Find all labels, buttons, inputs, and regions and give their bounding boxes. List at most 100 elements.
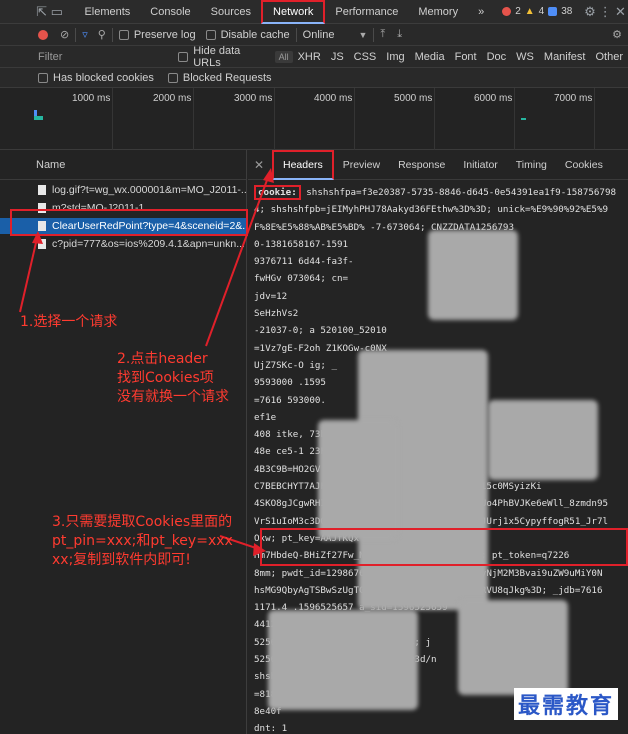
- close-icon[interactable]: ✕: [613, 0, 628, 24]
- timeline-bar: [521, 118, 526, 120]
- gear-icon[interactable]: ⚙: [582, 0, 597, 24]
- error-count: 2: [515, 6, 521, 17]
- annotation-step-2: 2.点击header 找到Cookies项 没有就换一个请求: [117, 350, 229, 407]
- request-details: ✕ Headers Preview Response Initiator Tim…: [248, 149, 628, 734]
- more-tabs-icon[interactable]: »: [468, 0, 494, 24]
- import-icon[interactable]: ⤒: [380, 28, 385, 41]
- timeline-tick: 3000 ms: [234, 93, 273, 104]
- tab-initiator[interactable]: Initiator: [454, 150, 506, 180]
- hide-data-urls-checkbox[interactable]: [178, 51, 189, 62]
- cookie-line: 4; shshshfpb=jEIMyhPHJ78Aakyd36FEthw%3D%…: [254, 204, 609, 216]
- tab-sources[interactable]: Sources: [201, 0, 261, 24]
- tab-performance[interactable]: Performance: [325, 0, 408, 24]
- export-icon[interactable]: ⤓: [397, 28, 402, 41]
- grid-line: [434, 88, 435, 150]
- type-filter-xhr[interactable]: XHR: [293, 51, 326, 63]
- blocked-filter-row: Has blocked cookies Blocked Requests: [0, 68, 628, 88]
- record-icon[interactable]: [38, 29, 48, 40]
- annotation-step-3: 3.只需要提取Cookies里面的 pt_pin=xxx;和pt_key=xxx…: [52, 513, 233, 570]
- type-filter-manifest[interactable]: Manifest: [539, 51, 591, 63]
- preserve-log-checkbox[interactable]: [118, 29, 129, 40]
- timeline-tick: 4000 ms: [314, 93, 353, 104]
- redaction-blur: [268, 610, 418, 710]
- clear-icon[interactable]: ⊘: [60, 28, 69, 41]
- preserve-log-label: Preserve log: [133, 28, 196, 41]
- filter-bar: Filter Hide data URLs All XHR JS CSS Img…: [0, 44, 628, 69]
- blocked-requests-checkbox[interactable]: [167, 72, 178, 83]
- divider: [373, 27, 375, 42]
- tab-preview[interactable]: Preview: [334, 150, 389, 180]
- redaction-blur: [318, 420, 398, 540]
- filter-input[interactable]: Filter: [38, 51, 154, 63]
- type-filter-media[interactable]: Media: [410, 51, 450, 63]
- blocked-cookies-checkbox[interactable]: [38, 72, 48, 83]
- request-list: Name log.gif?t=wg_wx.000001&m=MO_J2011-.…: [0, 150, 247, 734]
- annotation-step-1: 1.选择一个请求: [20, 314, 118, 330]
- type-filter-other[interactable]: Other: [590, 51, 628, 63]
- hide-data-urls-label: Hide data URLs: [193, 44, 241, 69]
- search-icon[interactable]: ⚲: [98, 28, 106, 41]
- timeline-tick: 5000 ms: [394, 93, 433, 104]
- cookie-label: cookie:: [254, 185, 301, 200]
- device-icon[interactable]: ▭: [49, 0, 64, 24]
- grid-line: [193, 88, 194, 150]
- network-toolbar: ⊘ ▿ ⚲ Preserve log Disable cache Online …: [0, 24, 628, 46]
- tab-console[interactable]: Console: [140, 0, 200, 24]
- divider: [75, 27, 77, 42]
- warning-count: 4: [538, 6, 545, 17]
- annotation-step-3-line: 3.只需要提取Cookies里面的: [52, 514, 233, 530]
- cookie-text: shshshfpa=f3e20387-5735-8846-d645-0e5439…: [300, 187, 617, 198]
- tab-headers[interactable]: Headers: [272, 149, 334, 180]
- type-filter-img[interactable]: Img: [381, 51, 409, 63]
- annotation-step-2-line: 2.点击header: [117, 351, 208, 367]
- timeline-tick: 2000 ms: [153, 93, 192, 104]
- inspect-icon[interactable]: ⇱: [34, 0, 49, 24]
- blocked-requests-label: Blocked Requests: [182, 71, 272, 84]
- redaction-blur: [458, 600, 568, 695]
- request-row[interactable]: c?pid=777&os=ios%209.4.1&apn=unkn...: [0, 236, 246, 252]
- info-icon: [548, 7, 558, 16]
- type-filter-js[interactable]: JS: [326, 51, 349, 63]
- document-icon: [38, 239, 46, 249]
- type-filter-font[interactable]: Font: [450, 51, 482, 63]
- disable-cache-checkbox[interactable]: [205, 29, 216, 40]
- annotation-step-2-line: 找到Cookies项: [117, 370, 214, 386]
- filter-icon[interactable]: ▿: [82, 28, 88, 41]
- tab-cookies[interactable]: Cookies: [556, 150, 612, 180]
- tab-network[interactable]: Network: [261, 0, 326, 24]
- selected-request-highlight: [10, 209, 248, 236]
- annotation-step-3-line: pt_pin=xxx;和pt_key=xxx: [52, 533, 233, 549]
- redaction-blur: [488, 400, 598, 480]
- watermark-logo: 最需教育: [513, 688, 618, 720]
- settings-gear-icon[interactable]: ⚙: [612, 28, 622, 41]
- tab-response[interactable]: Response: [389, 150, 454, 180]
- cookie-line: dnt: 1: [254, 723, 288, 734]
- tab-timing[interactable]: Timing: [507, 150, 556, 180]
- cookie-line: -21037-0; a 520100_52010: [254, 325, 387, 337]
- annotation-step-3-line: xx;复制到软件内即可!: [52, 552, 191, 568]
- throttle-select[interactable]: Online: [303, 29, 335, 41]
- chevron-down-icon[interactable]: ▼: [358, 30, 367, 40]
- type-filter-css[interactable]: CSS: [349, 51, 382, 63]
- grid-line: [354, 88, 355, 150]
- grid-line: [112, 88, 113, 150]
- request-row[interactable]: log.gif?t=wg_wx.000001&m=MO_J2011-...: [0, 182, 246, 198]
- tab-memory[interactable]: Memory: [408, 0, 468, 24]
- type-filter-all[interactable]: All: [274, 50, 293, 63]
- grid-line: [594, 88, 595, 150]
- divider: [111, 27, 113, 42]
- disable-cache-label: Disable cache: [220, 28, 290, 41]
- annotation-step-2-line: 没有就换一个请求: [117, 389, 229, 405]
- error-icon: [502, 7, 512, 16]
- request-name: c?pid=777&os=ios%209.4.1&apn=unkn...: [52, 238, 245, 250]
- cookie-line: cookie: shshshfpa=f3e20387-5735-8846-d64…: [254, 184, 624, 201]
- console-counts[interactable]: 2 ▲ 4 38: [502, 6, 572, 17]
- more-vertical-icon[interactable]: ⋮: [598, 0, 613, 24]
- tab-elements[interactable]: Elements: [74, 0, 140, 24]
- type-filter-ws[interactable]: WS: [511, 51, 539, 63]
- column-name-header[interactable]: Name: [0, 150, 246, 180]
- close-icon[interactable]: ✕: [254, 158, 272, 172]
- timeline-tick: 7000 ms: [554, 93, 593, 104]
- type-filter-doc[interactable]: Doc: [482, 51, 512, 63]
- timeline-overview[interactable]: 1000 ms 2000 ms 3000 ms 4000 ms 5000 ms …: [0, 88, 628, 150]
